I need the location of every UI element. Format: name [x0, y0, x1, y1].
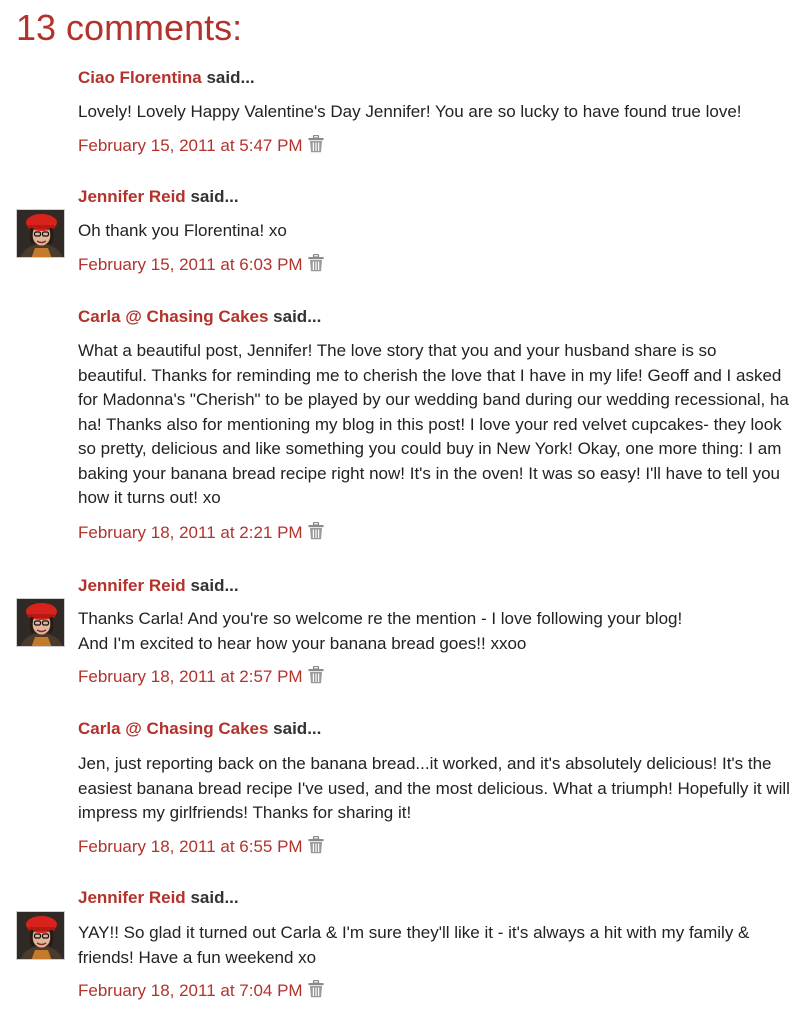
comment-author-line: Carla @ Chasing Cakes said...: [78, 307, 321, 327]
comment-author-link[interactable]: Jennifer Reid: [78, 576, 186, 595]
said-label: said...: [190, 576, 239, 595]
trash-icon[interactable]: [308, 665, 324, 690]
comment-timestamp-link[interactable]: February 18, 2011 at 2:21 PM: [78, 523, 303, 542]
trash-icon[interactable]: [308, 835, 324, 860]
said-label: said...: [273, 719, 322, 738]
comment-body: Lovely! Lovely Happy Valentine's Day Jen…: [78, 102, 742, 121]
comment-footer: February 15, 2011 at 6:03 PM: [78, 253, 324, 278]
comment-author-line: Ciao Florentina said...: [78, 68, 255, 88]
comment-footer: February 18, 2011 at 2:21 PM: [78, 521, 324, 546]
avatar-photo: [17, 210, 64, 257]
trash-icon[interactable]: [308, 979, 324, 1004]
avatar[interactable]: [16, 209, 65, 258]
comment-body: What a beautiful post, Jennifer! The lov…: [78, 341, 789, 507]
comment-footer: February 15, 2011 at 5:47 PM: [78, 134, 324, 159]
trash-icon[interactable]: [308, 253, 324, 278]
comment-author-link[interactable]: Carla @ Chasing Cakes: [78, 307, 268, 326]
comment-author-line: Jennifer Reid said...: [78, 888, 239, 908]
comment-body: Thanks Carla! And you're so welcome re t…: [78, 609, 683, 653]
trash-icon[interactable]: [308, 521, 324, 546]
avatar[interactable]: [16, 911, 65, 960]
comment-timestamp-link[interactable]: February 18, 2011 at 2:57 PM: [78, 667, 303, 686]
comments-heading: 13 comments:: [16, 7, 243, 48]
comment-body: Jen, just reporting back on the banana b…: [78, 754, 790, 822]
comment-author-line: Carla @ Chasing Cakes said...: [78, 719, 321, 739]
said-label: said...: [206, 68, 255, 87]
trash-icon[interactable]: [308, 134, 324, 159]
comment-footer: February 18, 2011 at 6:55 PM: [78, 835, 324, 860]
comment-timestamp-link[interactable]: February 15, 2011 at 6:03 PM: [78, 255, 303, 274]
said-label: said...: [190, 888, 239, 907]
comment-author-link[interactable]: Ciao Florentina: [78, 68, 202, 87]
comment-author-link[interactable]: Carla @ Chasing Cakes: [78, 719, 268, 738]
said-label: said...: [190, 187, 239, 206]
comment-timestamp-link[interactable]: February 18, 2011 at 6:55 PM: [78, 837, 303, 856]
avatar-photo: [17, 599, 64, 646]
avatar-photo: [17, 912, 64, 959]
said-label: said...: [273, 307, 322, 326]
avatar[interactable]: [16, 598, 65, 647]
comment-author-link[interactable]: Jennifer Reid: [78, 888, 186, 907]
comment-author-line: Jennifer Reid said...: [78, 187, 239, 207]
comment-timestamp-link[interactable]: February 18, 2011 at 7:04 PM: [78, 981, 303, 1000]
comment-author-link[interactable]: Jennifer Reid: [78, 187, 186, 206]
comment-body: Oh thank you Florentina! xo: [78, 221, 287, 240]
comment-footer: February 18, 2011 at 2:57 PM: [78, 665, 324, 690]
comment-body: YAY!! So glad it turned out Carla & I'm …: [78, 923, 750, 967]
comment-timestamp-link[interactable]: February 15, 2011 at 5:47 PM: [78, 136, 303, 155]
comment-footer: February 18, 2011 at 7:04 PM: [78, 979, 324, 1004]
comment-author-line: Jennifer Reid said...: [78, 576, 239, 596]
